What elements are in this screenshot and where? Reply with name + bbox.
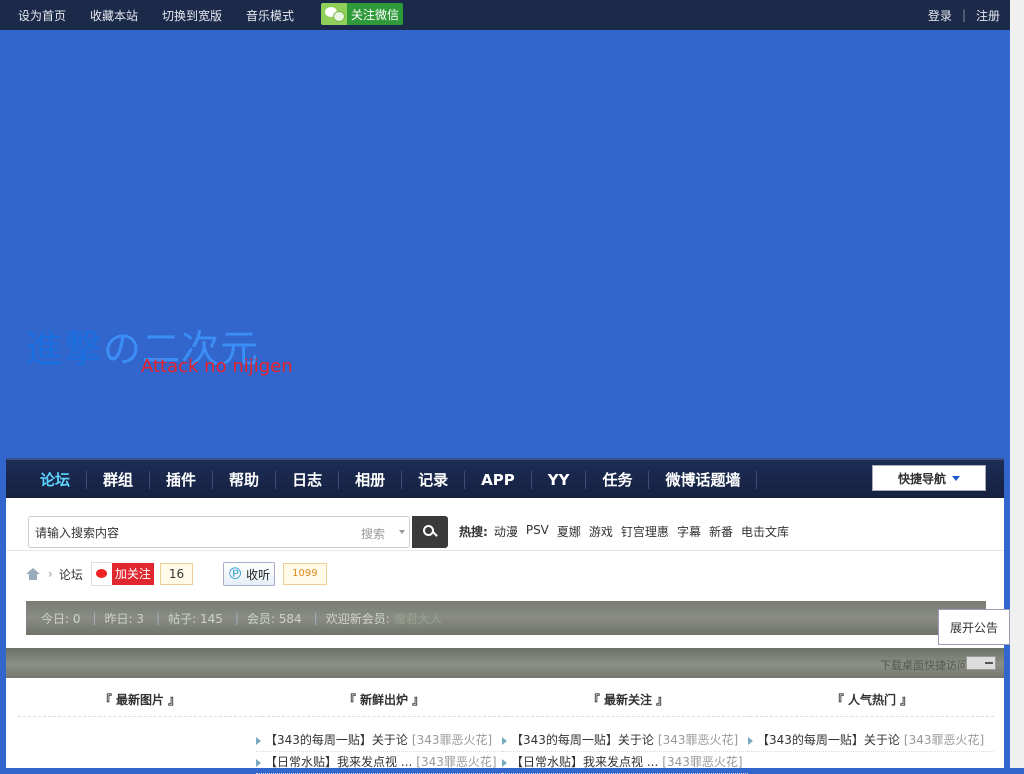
hot-search-link[interactable]: PSV	[526, 523, 549, 540]
search-type-select[interactable]: 搜索	[361, 525, 385, 542]
list-popular: 【343的每周一贴】关于论 [343罪恶火花]	[748, 730, 994, 774]
search-box[interactable]: 请输入搜索内容 搜索	[28, 516, 410, 548]
new-member-link[interactable]: 魔君大人	[394, 610, 442, 627]
logo-english: Attack no nijigen	[141, 356, 293, 377]
list-item[interactable]: 【343的每周一贴】关于论 [343罪恶火花]	[256, 730, 502, 752]
wechat-icon	[321, 3, 347, 25]
download-bar: 下载桌面快捷访问	[6, 648, 1004, 678]
home-icon[interactable]	[26, 568, 40, 580]
nav-help[interactable]: 帮助	[213, 471, 277, 489]
portal-lists: 【343的每周一贴】关于论 [343罪恶火花] 【日常水贴】我来发点视 ... [3…	[256, 730, 996, 774]
chevron-down-icon	[952, 475, 960, 481]
stat-yesterday: 昨日: 3	[104, 611, 145, 626]
main-content: 请输入搜索内容 搜索 热搜: 动漫 PSV 夏娜 游戏 钉宫理惠 字幕 新番 电…	[6, 498, 1010, 774]
hot-search-link[interactable]: 电击文库	[741, 523, 789, 540]
hot-search-link[interactable]: 夏娜	[557, 523, 581, 540]
nav-tasks[interactable]: 任务	[586, 471, 650, 489]
quick-nav-label: 快捷导航	[897, 471, 946, 486]
breadcrumb-forum[interactable]: 论坛	[59, 566, 83, 583]
wechat-follow-button[interactable]: 关注微信	[321, 3, 404, 25]
music-mode-link[interactable]: 音乐模式	[246, 7, 294, 24]
list-item[interactable]: 【343的每周一贴】关于论 [343罪恶火花]	[748, 730, 994, 752]
set-homepage-link[interactable]: 设为首页	[18, 7, 66, 24]
stat-welcome: 欢迎新会员:	[325, 611, 390, 626]
nav-groups[interactable]: 群组	[87, 471, 151, 489]
weibo-icon	[90, 562, 112, 586]
wide-mode-link[interactable]: 切换到宽版	[162, 7, 222, 24]
nav-blog[interactable]: 日志	[276, 471, 340, 489]
hot-searches: 热搜: 动漫 PSV 夏娜 游戏 钉宫理惠 字幕 新番 电击文库	[459, 523, 797, 540]
nav-forum[interactable]: 论坛	[24, 471, 88, 500]
top-links: 设为首页 收藏本站 切换到宽版 音乐模式	[18, 0, 318, 30]
forum-stats-bar: 今日: 0 | 昨日: 3 | 帖子: 145 | 会员: 584 | 欢迎新会员: 魔…	[26, 601, 986, 635]
nav-app[interactable]: APP	[465, 471, 532, 489]
hot-search-link[interactable]: 字幕	[677, 523, 701, 540]
list-item[interactable]: 【343的每周一贴】关于论 [343罪恶火花]	[502, 730, 748, 752]
search-row: 请输入搜索内容 搜索 热搜: 动漫 PSV 夏娜 游戏 钉宫理惠 字幕 新番 电…	[6, 498, 1004, 551]
page-scrollbar[interactable]	[1010, 0, 1024, 768]
tqq-listen-label: 收听	[246, 567, 271, 582]
stat-members: 会员: 584	[246, 611, 302, 626]
list-newest: 【343的每周一贴】关于论 [343罪恶火花] 【日常水贴】我来发点视 ... [3…	[256, 730, 502, 774]
auth-links: 登录 | 注册	[928, 0, 1000, 30]
quick-nav-button[interactable]: 快捷导航	[872, 465, 986, 491]
list-latest-followed: 【343的每周一贴】关于论 [343罪恶火花] 【日常水贴】我来发点视 ... [3…	[502, 730, 748, 774]
hot-search-link[interactable]: 钉宫理惠	[621, 523, 669, 540]
main-nav: 论坛 群组 插件 帮助 日志 相册 记录 APP YY 任务 微博话题墙 快捷导…	[6, 458, 1004, 500]
breadcrumb: › 论坛 加关注 16 收听 1099	[26, 562, 327, 586]
auth-separator: |	[961, 8, 966, 22]
column-latest-images: 『 最新图片 』	[18, 688, 262, 717]
column-newest: 『 新鲜出炉 』	[262, 688, 506, 717]
search-type-caret-icon	[399, 530, 405, 534]
column-latest-followed: 『 最新关注 』	[506, 688, 750, 717]
weibo-follow-button[interactable]: 加关注 16	[90, 562, 194, 586]
tqq-listener-count: 1099	[283, 563, 327, 585]
bookmark-link[interactable]: 收藏本站	[90, 7, 138, 24]
tqq-listen-button[interactable]: 收听	[223, 562, 276, 586]
list-item[interactable]: 【日常水贴】我来发点视 ... [343罪恶火花]	[502, 752, 748, 774]
nav-plugins[interactable]: 插件	[150, 471, 214, 489]
hot-search-link[interactable]: 游戏	[589, 523, 613, 540]
weibo-follow-label: 加关注	[111, 563, 154, 585]
site-logo[interactable]: 進撃の二次元 Attack no nijigen	[25, 318, 293, 377]
download-shortcut-link[interactable]: 下载桌面快捷访问	[880, 657, 968, 673]
wechat-label: 关注微信	[351, 7, 400, 22]
nav-yy[interactable]: YY	[532, 471, 587, 489]
stat-today: 今日: 0	[41, 611, 81, 626]
nav-album[interactable]: 相册	[339, 471, 403, 489]
hot-search-link[interactable]: 新番	[709, 523, 733, 540]
search-input[interactable]: 请输入搜索内容	[35, 524, 119, 541]
nav-records[interactable]: 记录	[402, 471, 466, 489]
tencent-weibo-icon	[224, 564, 246, 584]
expand-notice-button[interactable]: 展开公告	[938, 609, 1010, 645]
list-item[interactable]: 【日常水贴】我来发点视 ... [343罪恶火花]	[256, 752, 502, 774]
stat-posts: 帖子: 145	[168, 611, 223, 626]
chevron-right-icon: ›	[48, 567, 53, 581]
hot-search-link[interactable]: 动漫	[494, 523, 518, 540]
collapse-toggle[interactable]	[966, 656, 996, 670]
register-link[interactable]: 注册	[976, 7, 1000, 24]
column-popular: 『 人气热门 』	[750, 688, 994, 717]
hot-search-label: 热搜:	[459, 525, 488, 539]
top-bar: 设为首页 收藏本站 切换到宽版 音乐模式 关注微信 登录 | 注册	[0, 0, 1010, 30]
portal-column-headers: 『 最新图片 』 『 新鲜出炉 』 『 最新关注 』 『 人气热门 』	[18, 688, 994, 717]
login-link[interactable]: 登录	[928, 7, 952, 24]
nav-weibo-wall[interactable]: 微博话题墙	[649, 471, 758, 489]
weibo-follower-count: 16	[159, 563, 194, 585]
search-button[interactable]	[412, 516, 448, 548]
